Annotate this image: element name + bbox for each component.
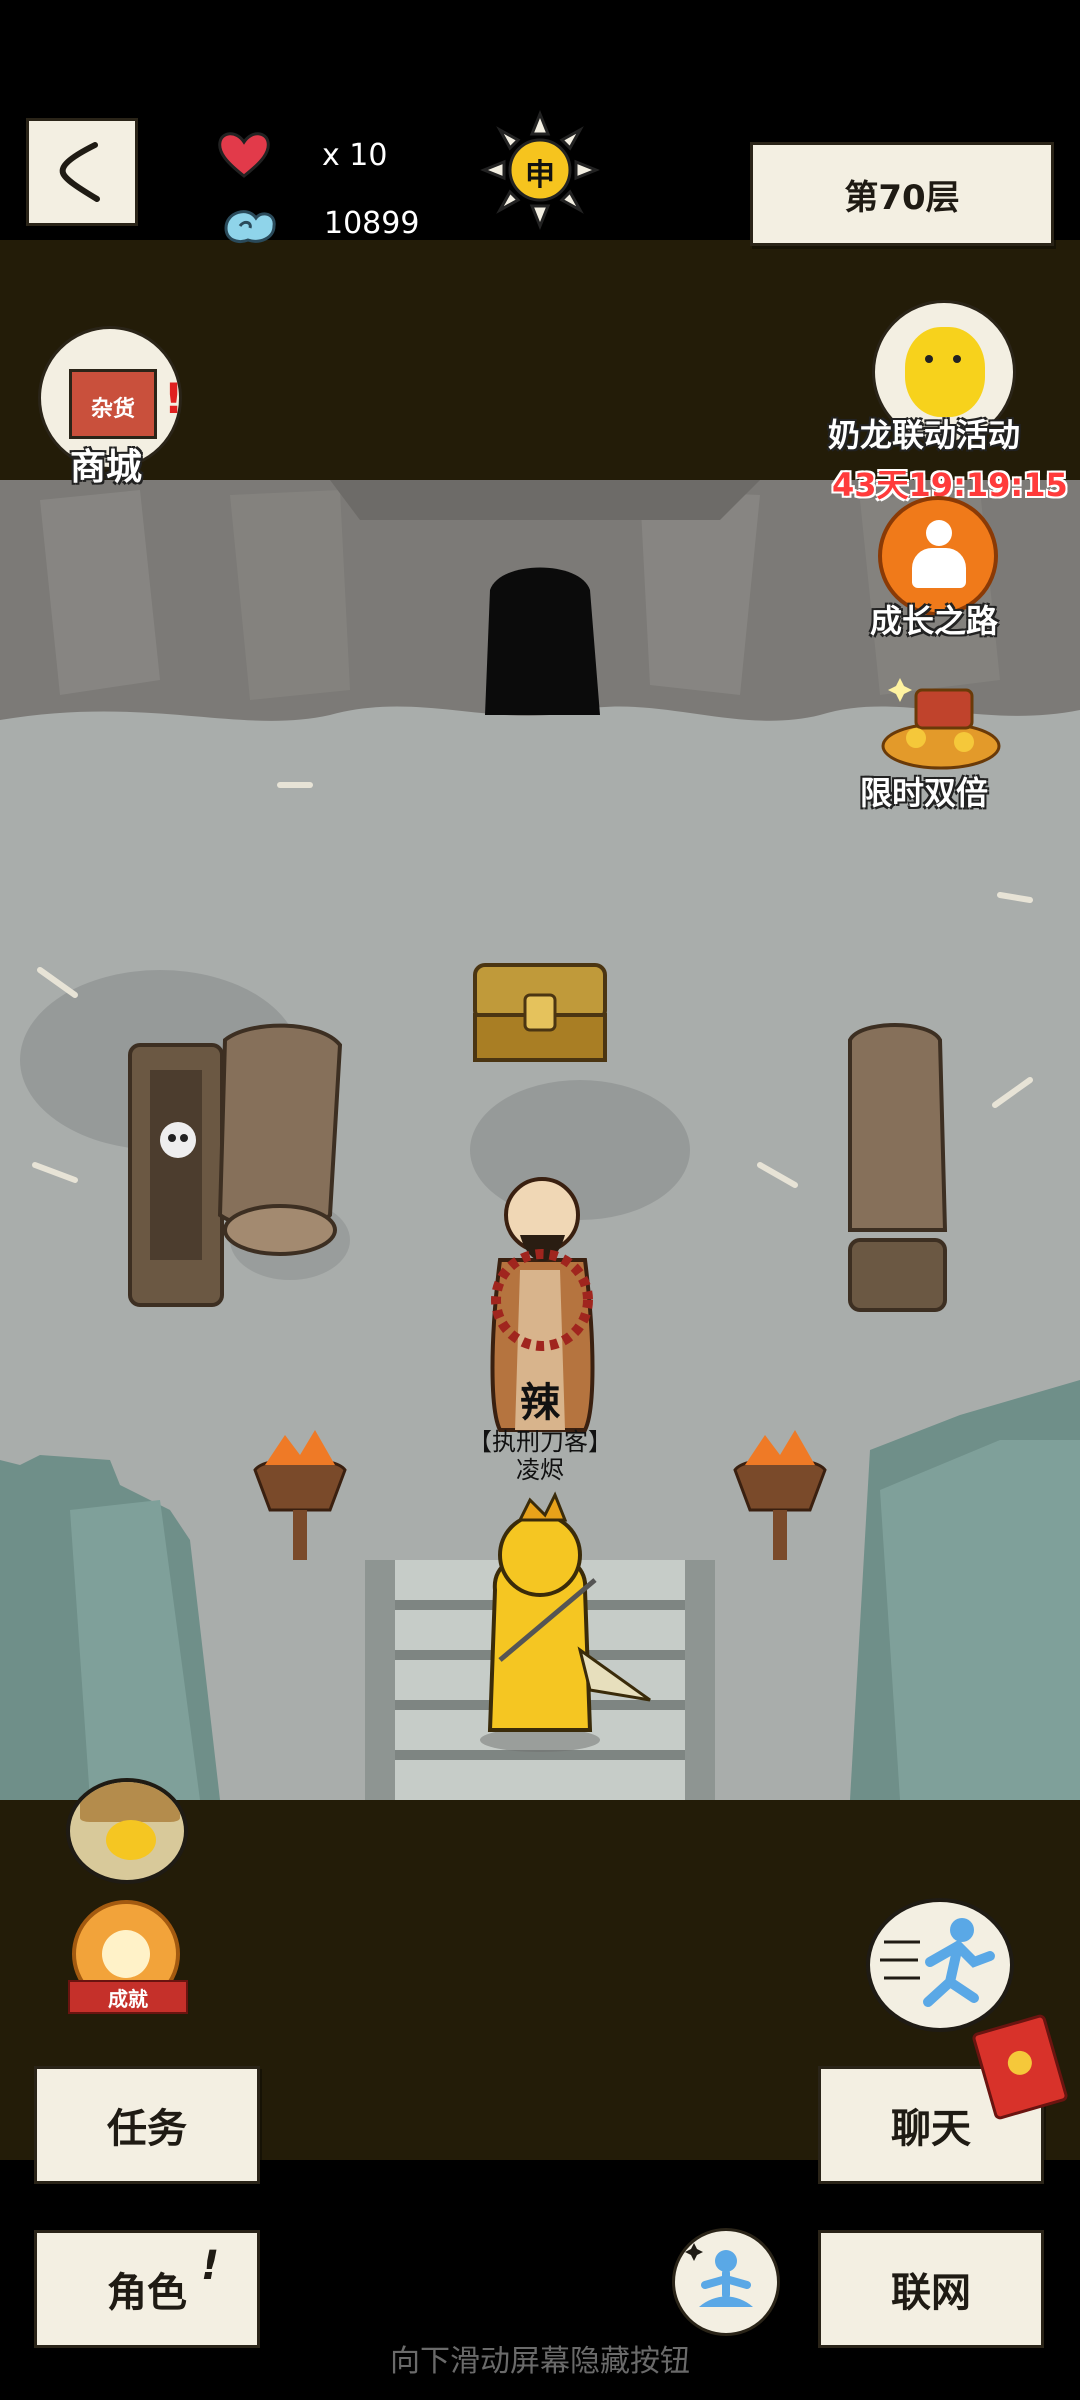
chevron-left-icon — [59, 142, 100, 202]
growth-path-button[interactable]: 成长之路 — [864, 496, 1014, 646]
network-button[interactable]: 联网 — [818, 2230, 1044, 2348]
right-brazier — [733, 1430, 827, 1560]
auto-run-button[interactable] — [866, 1898, 1014, 2032]
double-reward-button[interactable]: 限时双倍 — [852, 676, 1032, 816]
achievement-ribbon: 成就 — [68, 1980, 188, 2014]
double-reward-label: 限时双倍 — [860, 774, 989, 812]
shop-sign: 杂货 — [90, 397, 135, 422]
meditating-figure-icon — [685, 2243, 753, 2307]
npc-seal: 辣 — [520, 1380, 560, 1426]
time-glyph: 申 — [525, 158, 555, 193]
achievement-label: 成就 — [108, 1986, 148, 2011]
currency-value: 10899 — [324, 206, 420, 241]
collab-event-label: 奶龙联动活动 — [828, 416, 1021, 454]
lives-count: x 10 — [322, 138, 388, 173]
treasure-chest — [473, 963, 607, 1062]
tasks-button[interactable]: 任务 — [34, 2066, 260, 2184]
cloud-swirl-icon — [224, 210, 276, 243]
npc-name: 凌烬 — [516, 1456, 564, 1484]
companion-portrait[interactable] — [66, 1778, 188, 1884]
time-of-day-indicator[interactable]: 申 — [479, 109, 601, 231]
achievement-button[interactable]: 成就 — [60, 1900, 196, 2024]
character-alert-badge: ! — [201, 2243, 220, 2289]
npc-name-tag[interactable]: 【执刑刀客】 凌烬 — [460, 1428, 620, 1484]
running-figure-icon — [880, 1918, 995, 2007]
floor-level-badge: 第70层 — [750, 142, 1054, 246]
swipe-hint: 向下滑动屏幕隐藏按钮 — [390, 2344, 690, 2379]
straw-hat-icon — [80, 1782, 180, 1822]
back-button[interactable] — [26, 118, 138, 226]
growth-path-label: 成长之路 — [870, 602, 999, 640]
cave-entrance — [485, 567, 600, 715]
treasure-pile-icon — [881, 678, 1001, 770]
left-brazier — [253, 1430, 347, 1560]
alert-badge-icon: ! — [164, 374, 184, 423]
meditate-button[interactable] — [672, 2228, 780, 2336]
shop-label: 商城 — [70, 447, 143, 488]
character-button[interactable]: 角色 ! — [34, 2230, 260, 2348]
shop-button[interactable]: 杂货 ! 商城 — [38, 326, 188, 488]
npc-title: 【执刑刀客】 — [468, 1428, 612, 1456]
heart-icon — [218, 132, 270, 178]
character-button-label: 角色 — [107, 2270, 187, 2316]
collab-event-button[interactable]: 奶龙联动活动 43天19:19:15 — [824, 300, 1068, 510]
